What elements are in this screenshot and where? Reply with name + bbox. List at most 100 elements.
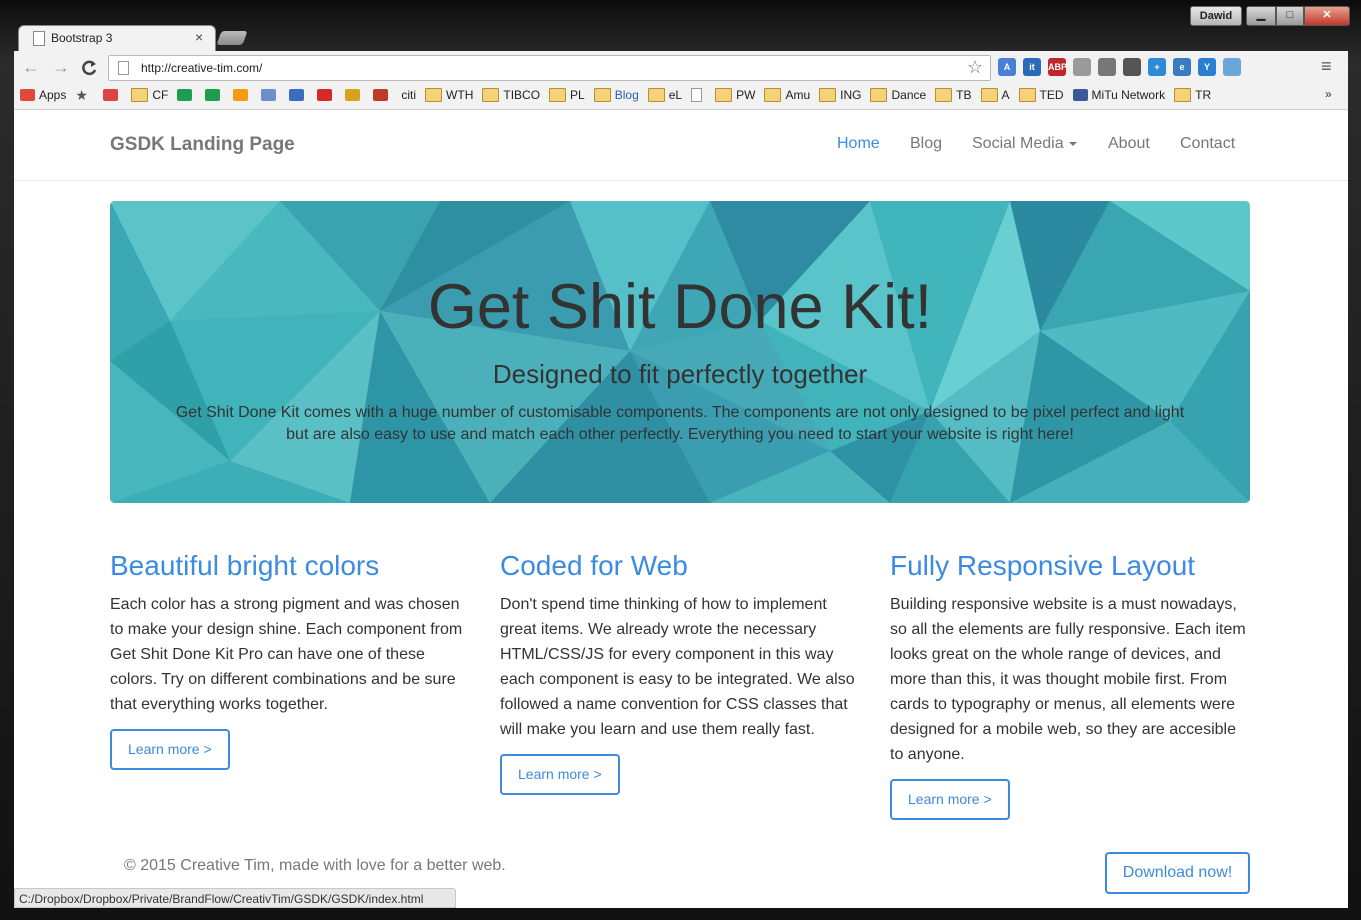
bookmark-label: ING: [840, 88, 862, 102]
bookmarks-bar: Apps ★ CF citi WTH TIBCO PL Blog eL PW Amu ING Dance…: [20, 86, 1220, 104]
folder-icon: [764, 88, 782, 102]
bookmark-item[interactable]: ING: [819, 88, 861, 102]
nav-about[interactable]: About: [1108, 135, 1150, 153]
bookmark-item[interactable]: eL: [647, 88, 683, 102]
bookmark-item[interactable]: [261, 89, 280, 101]
sheet-icon: [177, 89, 193, 101]
hero-banner: Get Shit Done Kit! Designed to fit perfe…: [110, 201, 1250, 503]
bookmark-item[interactable]: TB: [935, 88, 972, 102]
bookmark-item[interactable]: MiTu Network: [1072, 88, 1165, 102]
url-text[interactable]: http://creative-tim.com/: [141, 61, 262, 75]
bookmark-item[interactable]: PL: [549, 88, 585, 102]
nav-social-media[interactable]: Social Media: [972, 135, 1077, 153]
bookmark-item[interactable]: [373, 89, 392, 101]
feature-text: Don't spend time thinking of how to impl…: [500, 596, 855, 738]
tab-bootstrap[interactable]: [18, 25, 216, 52]
shield-icon[interactable]: [1073, 58, 1091, 76]
apps-icon: [20, 89, 35, 101]
circle-icon: [317, 89, 333, 101]
folder-icon: [980, 88, 998, 102]
calc-icon: [261, 89, 277, 101]
new-tab-button[interactable]: [216, 31, 248, 45]
feature-colors: Beautiful bright colors Each color has a…: [110, 550, 470, 770]
back-icon[interactable]: ←: [22, 57, 40, 78]
nav-contact[interactable]: Contact: [1180, 135, 1235, 153]
tab-title: Bootstrap 3: [51, 31, 113, 45]
it-icon[interactable]: it: [1023, 58, 1041, 76]
bookmark-item[interactable]: TED: [1018, 88, 1064, 102]
bookmark-item[interactable]: Dance: [870, 88, 926, 102]
folder-icon: [131, 88, 149, 102]
bookmark-label: CF: [152, 88, 169, 102]
bookmark-item[interactable]: A: [980, 88, 1010, 102]
adblock-icon[interactable]: ABP: [1048, 58, 1067, 76]
bookmark-item[interactable]: [317, 89, 336, 101]
bookmark-item[interactable]: citi: [401, 88, 416, 102]
bookmark-item[interactable]: PW: [715, 88, 755, 102]
download-button[interactable]: Download now!: [1105, 852, 1250, 894]
bookmarks-overflow-icon[interactable]: »: [1325, 87, 1332, 101]
feature-web: Coded for Web Don't spend time thinking …: [500, 550, 860, 795]
menu-icon[interactable]: ≡: [1321, 56, 1332, 77]
camera-icon[interactable]: [1223, 58, 1241, 76]
bookmark-item[interactable]: TIBCO: [482, 88, 540, 102]
ie-icon[interactable]: e: [1173, 58, 1191, 76]
folder-icon: [1174, 88, 1192, 102]
folder-icon: [1018, 88, 1036, 102]
bookmark-item[interactable]: [205, 89, 224, 101]
window-controls: ▁ □ ✕: [1246, 6, 1350, 26]
bookmark-label: Dance: [891, 88, 927, 102]
sheet-icon: [205, 89, 221, 101]
folder-icon: [593, 88, 611, 102]
bookmark-item[interactable]: [289, 89, 308, 101]
bookmark-label: WTH: [446, 88, 474, 102]
tab-close-icon[interactable]: ×: [195, 29, 203, 45]
pocket-icon[interactable]: [1123, 58, 1141, 76]
bookmark-item[interactable]: [233, 89, 252, 101]
bookmark-item[interactable]: [345, 89, 364, 101]
minimize-button[interactable]: ▁: [1246, 6, 1276, 26]
plus-icon[interactable]: +: [1148, 58, 1166, 76]
learn-more-button[interactable]: Learn more >: [890, 779, 1010, 820]
bookmark-item[interactable]: [177, 89, 196, 101]
bookmark-item[interactable]: Apps: [20, 88, 66, 102]
site-brand[interactable]: GSDK Landing Page: [110, 134, 295, 156]
bookmark-item[interactable]: [691, 88, 706, 102]
learn-more-button[interactable]: Learn more >: [500, 754, 620, 795]
bookmark-label: TED: [1039, 88, 1064, 102]
bookmark-item[interactable]: Blog: [593, 88, 639, 102]
bookmark-label: PL: [570, 88, 585, 102]
status-bar: C:/Dropbox/Dropbox/Private/BrandFlow/Cre…: [14, 888, 456, 908]
chart-icon: [233, 89, 249, 101]
y-icon[interactable]: Y: [1198, 58, 1216, 76]
page-viewport: GSDK Landing Page Home Blog Social Media…: [14, 110, 1348, 908]
bookmark-item[interactable]: WTH: [425, 88, 473, 102]
maximize-button[interactable]: □: [1276, 6, 1304, 26]
folder-icon: [425, 88, 443, 102]
bookmark-item[interactable]: [103, 89, 122, 101]
reload-icon[interactable]: [80, 57, 98, 82]
bookmark-label: eL: [668, 88, 683, 102]
close-window-button[interactable]: ✕: [1304, 6, 1350, 26]
bookmark-item[interactable]: ★: [75, 88, 94, 102]
bookmark-label: A: [1001, 88, 1010, 102]
site-navbar: GSDK Landing Page Home Blog Social Media…: [14, 110, 1348, 181]
nav-home[interactable]: Home: [837, 135, 880, 153]
bookmark-item[interactable]: TR: [1174, 88, 1211, 102]
bookmark-item[interactable]: Amu: [764, 88, 810, 102]
nav-blog[interactable]: Blog: [910, 135, 942, 153]
learn-more-button[interactable]: Learn more >: [110, 729, 230, 770]
forward-icon[interactable]: →: [52, 57, 70, 78]
page-icon: [33, 31, 45, 46]
bookmark-label: TR: [1195, 88, 1212, 102]
feature-responsive: Fully Responsive Layout Building respons…: [890, 550, 1250, 820]
bookmark-label: PW: [736, 88, 756, 102]
folder-icon: [870, 88, 888, 102]
cast-icon[interactable]: [1098, 58, 1116, 76]
feature-text: Each color has a strong pigment and was …: [110, 596, 463, 713]
folder-icon: [647, 88, 665, 102]
bookmark-star-icon[interactable]: ☆: [967, 57, 983, 78]
profile-button[interactable]: Dawid: [1190, 6, 1242, 26]
bookmark-item[interactable]: CF: [131, 88, 168, 102]
translate-icon[interactable]: A: [998, 58, 1016, 76]
